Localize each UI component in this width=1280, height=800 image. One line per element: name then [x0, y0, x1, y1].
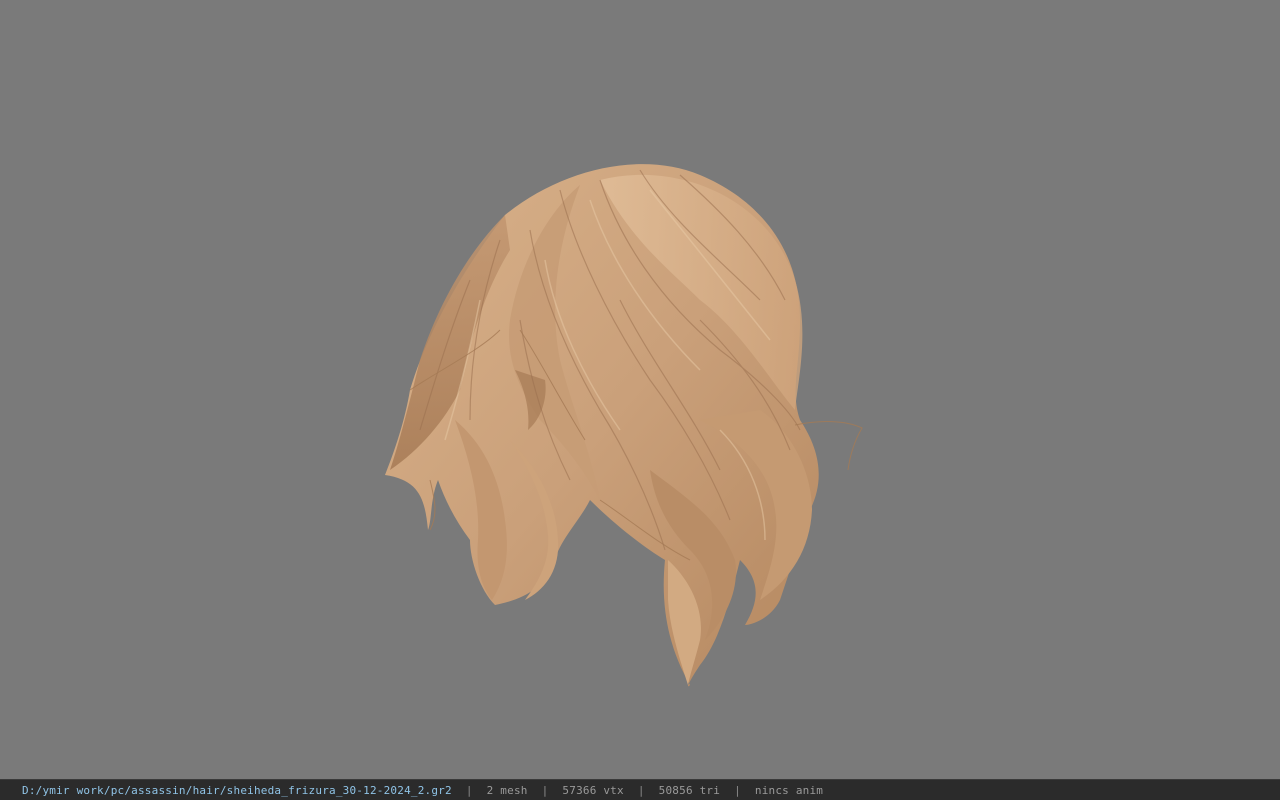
separator: | [637, 783, 645, 797]
vertex-count: 57366 vtx [562, 783, 624, 797]
triangle-count: 50856 tri [658, 783, 721, 797]
animation-status: nincs anim [754, 783, 824, 797]
mesh-count: 2 mesh [486, 783, 528, 797]
separator: | [541, 783, 549, 797]
3d-viewport[interactable] [0, 0, 1280, 779]
hair-model [385, 164, 863, 687]
file-path: D:/ymir work/pc/assassin/hair/sheiheda_f… [22, 783, 452, 797]
separator: | [734, 783, 741, 797]
status-bar: D:/ymir work/pc/assassin/hair/sheiheda_f… [0, 779, 1280, 800]
separator: | [465, 783, 473, 797]
